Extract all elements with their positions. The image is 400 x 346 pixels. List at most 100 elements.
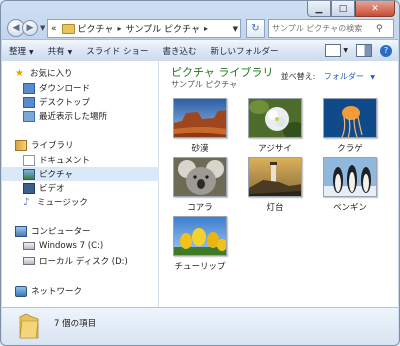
- organize-label: 整理: [9, 46, 27, 57]
- chevron-down-icon: ▼: [29, 48, 34, 56]
- tulips-image: [173, 216, 227, 256]
- sidebar-item-drive-d[interactable]: ローカル ディスク (D:): [2, 254, 179, 268]
- windows-drive-icon: [23, 242, 35, 250]
- recent-places-icon: [23, 110, 35, 122]
- sidebar-item-favorites[interactable]: ★ お気に入り: [2, 66, 171, 80]
- chevron-down-icon[interactable]: ▼: [370, 74, 375, 81]
- file-list-pane: ピクチャ ライブラリ サンプル ピクチャ 並べ替え: フォルダー ▼ 砂漠 アジ…: [159, 61, 398, 307]
- forward-button[interactable]: ▶: [22, 20, 38, 36]
- search-box: ⚲: [268, 19, 394, 38]
- chevron-right-icon[interactable]: ▸: [204, 24, 208, 33]
- documents-icon: [23, 154, 35, 166]
- star-icon: ★: [15, 67, 24, 79]
- help-icon[interactable]: ?: [380, 44, 392, 57]
- koala-image: [173, 157, 227, 197]
- sidebar-item-label: ミュージック: [37, 198, 88, 208]
- sidebar-item-music[interactable]: ♪ ミュージック: [2, 195, 179, 209]
- download-folder-icon: [23, 82, 35, 94]
- title-bar: ▁ □ ✕ ◀ ▶ ▼ « ピクチャ ▸ サンプル ピクチャ ▸ ▼ ↻ ⚲: [1, 1, 399, 39]
- penguins-image: [323, 157, 377, 197]
- file-thumbnail-penguins[interactable]: ペンギン: [323, 157, 377, 213]
- videos-icon: [23, 182, 35, 194]
- sidebar-item-drive-c[interactable]: Windows 7 (C:): [2, 239, 179, 253]
- sidebar-item-label: ピクチャ: [39, 170, 73, 180]
- command-bar: 整理 ▼ 共有 ▼ スライド ショー 書き込む 新しいフォルダー ▼ ?: [2, 39, 398, 62]
- navigation-buttons: ◀ ▶ ▼: [7, 19, 45, 37]
- file-thumbnail-lighthouse[interactable]: 灯台: [248, 157, 302, 213]
- file-name: クラゲ: [337, 144, 363, 154]
- organize-menu[interactable]: 整理 ▼: [2, 45, 41, 57]
- file-thumbnail-desert[interactable]: 砂漠: [173, 98, 227, 154]
- burn-button[interactable]: 書き込む: [155, 45, 203, 57]
- sidebar-item-label: お気に入り: [30, 69, 73, 79]
- sidebar-item-computer[interactable]: コンピューター: [2, 224, 171, 238]
- sidebar-item-label: ドキュメント: [39, 156, 91, 166]
- arrange-label: 並べ替え:: [280, 72, 316, 81]
- sidebar-item-label: デスクトップ: [39, 98, 91, 108]
- sidebar-item-label: ダウンロード: [39, 84, 91, 94]
- share-menu[interactable]: 共有 ▼: [41, 45, 80, 57]
- file-name: アジサイ: [258, 144, 292, 154]
- breadcrumb-pictures[interactable]: ピクチャ: [78, 22, 114, 35]
- folder-icon: [61, 23, 75, 34]
- sidebar-item-downloads[interactable]: ダウンロード: [2, 81, 179, 95]
- address-dropdown-icon[interactable]: ▼: [233, 25, 238, 33]
- view-options-icon[interactable]: [325, 44, 342, 57]
- chevron-down-icon: ▼: [67, 48, 73, 56]
- library-icon: [15, 139, 27, 151]
- sidebar-item-recent-places[interactable]: 最近表示した場所: [2, 109, 179, 123]
- sidebar-item-desktop[interactable]: デスクトップ: [2, 95, 179, 109]
- desert-image: [173, 98, 227, 138]
- file-name: ペンギン: [332, 203, 367, 213]
- sidebar-item-pictures[interactable]: ピクチャ: [2, 167, 179, 181]
- sidebar-item-label: Windows 7 (C:): [39, 241, 104, 251]
- breadcrumb-sample-pictures[interactable]: サンプル ピクチャ: [125, 22, 200, 35]
- preview-pane-icon[interactable]: [356, 44, 372, 57]
- chevron-right-icon[interactable]: ▸: [117, 24, 121, 33]
- sidebar-item-libraries[interactable]: ライブラリ: [2, 138, 171, 152]
- window-controls: ▁ □ ✕: [307, 1, 395, 17]
- new-folder-button[interactable]: 新しいフォルダー: [204, 45, 286, 57]
- file-thumbnail-koala[interactable]: コアラ: [173, 157, 227, 213]
- pictures-icon: [23, 168, 35, 180]
- file-thumbnail-hydrangeas[interactable]: アジサイ: [248, 98, 302, 154]
- computer-icon: [15, 225, 27, 237]
- address-bar[interactable]: « ピクチャ ▸ サンプル ピクチャ ▸ ▼: [47, 19, 241, 38]
- file-name: 砂漠: [191, 144, 209, 154]
- file-name: コアラ: [187, 203, 213, 213]
- sidebar-item-documents[interactable]: ドキュメント: [2, 153, 179, 167]
- search-input[interactable]: [269, 24, 376, 33]
- minimize-button[interactable]: ▁: [307, 1, 331, 17]
- sidebar-item-label: ライブラリ: [31, 141, 74, 151]
- arrange-by-dropdown[interactable]: フォルダー: [324, 72, 364, 81]
- library-title: ピクチャ ライブラリ: [171, 66, 274, 79]
- hard-drive-icon: [23, 257, 35, 265]
- refresh-button[interactable]: ↻: [246, 19, 265, 38]
- sidebar-item-label: コンピューター: [31, 227, 91, 237]
- desktop-icon: [23, 96, 35, 108]
- sidebar-item-videos[interactable]: ビデオ: [2, 181, 179, 195]
- share-label: 共有: [47, 46, 65, 57]
- lighthouse-image: [248, 157, 302, 197]
- file-thumbnail-tulips[interactable]: チューリップ: [173, 216, 227, 272]
- sidebar-item-label: 最近表示した場所: [39, 112, 108, 122]
- close-button[interactable]: ✕: [355, 1, 395, 17]
- item-count: 7 個の項目: [54, 319, 97, 329]
- hydrangeas-image: [248, 98, 302, 138]
- maximize-button[interactable]: □: [331, 1, 355, 17]
- chevron-down-icon[interactable]: ▼: [343, 47, 348, 54]
- sidebar-item-network[interactable]: ネットワーク: [2, 284, 171, 298]
- slideshow-button[interactable]: スライド ショー: [79, 45, 155, 57]
- music-icon: ♪: [23, 196, 30, 208]
- sidebar-item-label: ネットワーク: [31, 287, 83, 297]
- address-overflow-icon[interactable]: «: [51, 24, 57, 34]
- file-thumbnail-jellyfish[interactable]: クラゲ: [323, 98, 377, 154]
- jellyfish-image: [323, 98, 377, 138]
- details-pane: 7 個の項目: [2, 307, 398, 345]
- search-icon[interactable]: ⚲: [376, 24, 383, 34]
- library-subtitle: サンプル ピクチャ: [171, 80, 238, 89]
- sidebar-item-label: ビデオ: [39, 184, 65, 194]
- recent-pages-dropdown-icon[interactable]: ▼: [40, 24, 45, 32]
- navigation-pane: ★ お気に入り ダウンロード デスクトップ 最近表示した場所 ライブラリ ドキュ…: [2, 61, 179, 307]
- sidebar-item-label: ローカル ディスク (D:): [39, 257, 128, 267]
